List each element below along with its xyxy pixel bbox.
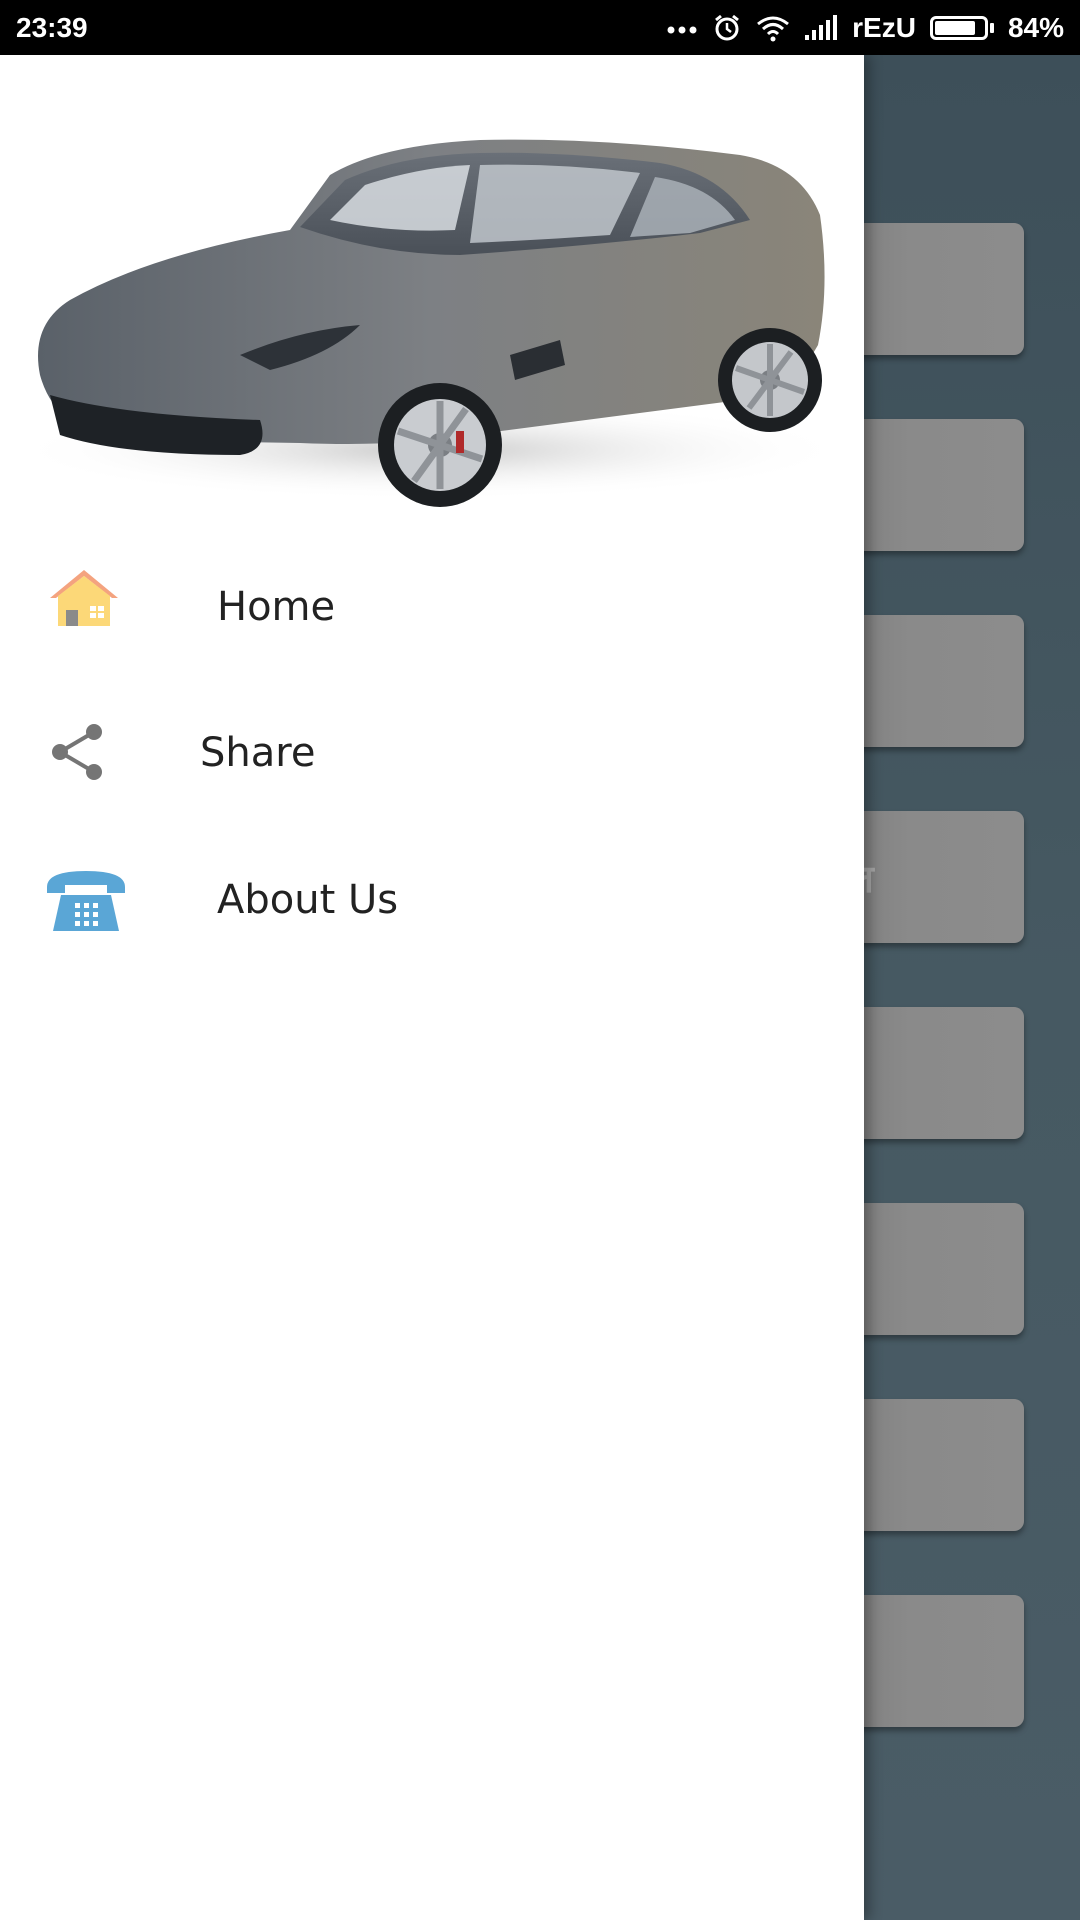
- carrier-name: rEzU: [852, 11, 916, 43]
- nav-item-share[interactable]: Share: [0, 688, 864, 818]
- nav-item-label: About Us: [217, 877, 399, 923]
- status-bar: 23:39 rEzU 84%: [0, 0, 1080, 55]
- signal-icon: [804, 14, 838, 41]
- status-icons: rEzU 84%: [666, 12, 1064, 44]
- more-notifications-icon: [666, 22, 698, 34]
- navigation-drawer: Home Share About Us: [0, 55, 864, 1920]
- home-icon: [48, 562, 120, 634]
- sports-car-image: [10, 139, 850, 507]
- status-time: 23:39: [16, 11, 88, 43]
- telephone-icon: [45, 869, 127, 931]
- wifi-icon: [756, 14, 790, 42]
- nav-item-about-us[interactable]: About Us: [0, 835, 864, 965]
- share-icon: [50, 722, 106, 782]
- battery-icon: [929, 15, 994, 40]
- nav-item-label: Home: [217, 584, 336, 630]
- nav-item-home[interactable]: Home: [0, 542, 864, 672]
- battery-percent: 84%: [1007, 11, 1064, 43]
- drawer-header: [0, 55, 864, 515]
- nav-item-label: Share: [200, 730, 316, 776]
- alarm-icon: [712, 13, 742, 43]
